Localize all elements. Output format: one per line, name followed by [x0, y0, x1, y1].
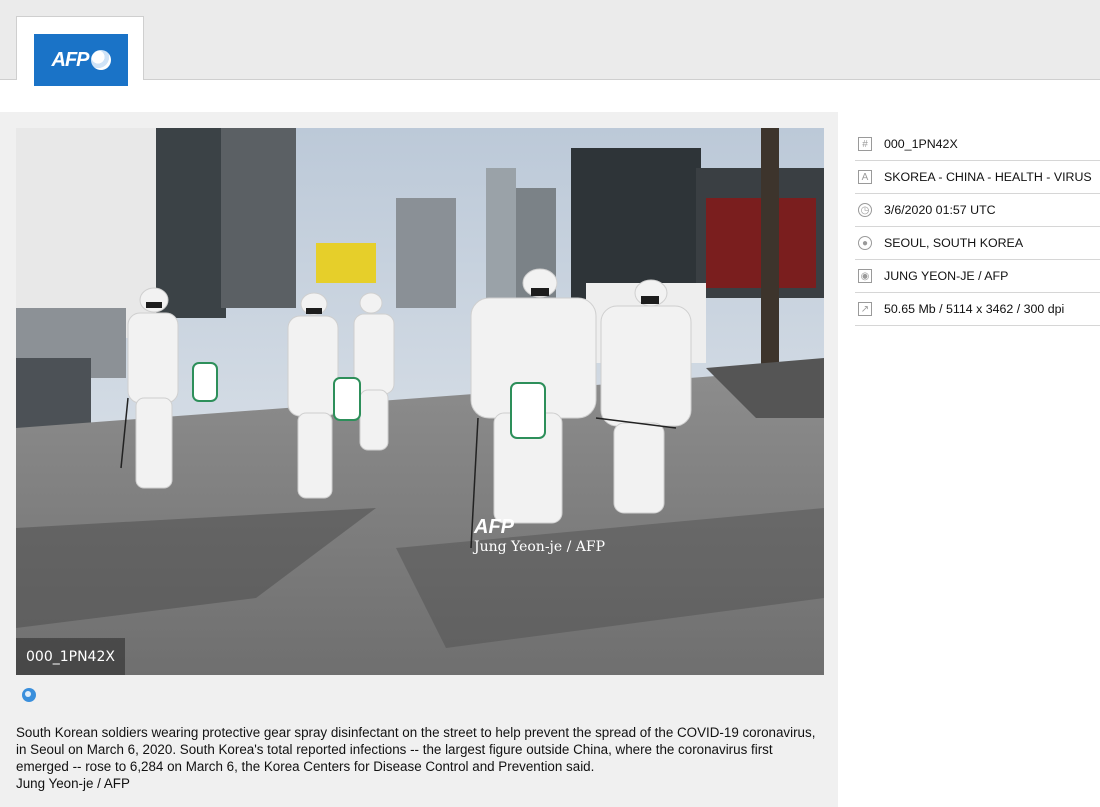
meta-location-row: ● SEOUL, SOUTH KOREA	[855, 227, 1100, 260]
text-a-icon: A	[858, 170, 872, 184]
photo-caption: South Korean soldiers wearing protective…	[16, 724, 816, 792]
meta-title-row: A SKOREA - CHINA - HEALTH - VIRUS	[855, 161, 1100, 194]
afp-globe-icon	[90, 50, 111, 70]
meta-location-value: SEOUL, SOUTH KOREA	[884, 236, 1024, 250]
photo-illustration	[16, 128, 824, 675]
meta-id-row: # 000_1PN42X	[855, 128, 1100, 161]
meta-date-row: ◷ 3/6/2020 01:57 UTC	[855, 194, 1100, 227]
watermark-logo: AFP	[474, 516, 514, 538]
meta-date-value: 3/6/2020 01:57 UTC	[884, 203, 996, 217]
meta-id-value: 000_1PN42X	[884, 137, 958, 151]
afp-logo: AFP	[34, 34, 128, 86]
globe-icon: ●	[858, 236, 872, 250]
document-id-icon: #	[858, 137, 872, 151]
tab-afp[interactable]: AFP	[16, 16, 144, 86]
caption-text: South Korean soldiers wearing protective…	[16, 725, 816, 774]
caption-credit: Jung Yeon-je / AFP	[16, 776, 130, 791]
meta-photographer-value: JUNG YEON-JE / AFP	[884, 269, 1009, 283]
top-bar: AFP	[0, 0, 1100, 86]
meta-file-row: ↗ 50.65 Mb / 5114 x 3462 / 300 dpi	[855, 293, 1100, 326]
globe-icon[interactable]	[22, 688, 36, 702]
camera-icon: ◉	[858, 269, 872, 283]
meta-file-value: 50.65 Mb / 5114 x 3462 / 300 dpi	[884, 302, 1065, 316]
watermark-credit: Jung Yeon-je / AFP	[474, 539, 606, 555]
resize-icon: ↗	[858, 302, 872, 316]
photo-watermark: AFP Jung Yeon-je / AFP	[474, 516, 605, 555]
meta-photographer-row: ◉ JUNG YEON-JE / AFP	[855, 260, 1100, 293]
news-photo[interactable]	[16, 128, 824, 675]
afp-logo-text: AFP	[51, 48, 90, 71]
meta-title-value: SKOREA - CHINA - HEALTH - VIRUS	[884, 170, 1092, 184]
clock-icon: ◷	[858, 203, 872, 217]
photo-id-overlay: 000_1PN42X	[16, 638, 125, 675]
metadata-panel: # 000_1PN42X A SKOREA - CHINA - HEALTH -…	[855, 128, 1100, 326]
